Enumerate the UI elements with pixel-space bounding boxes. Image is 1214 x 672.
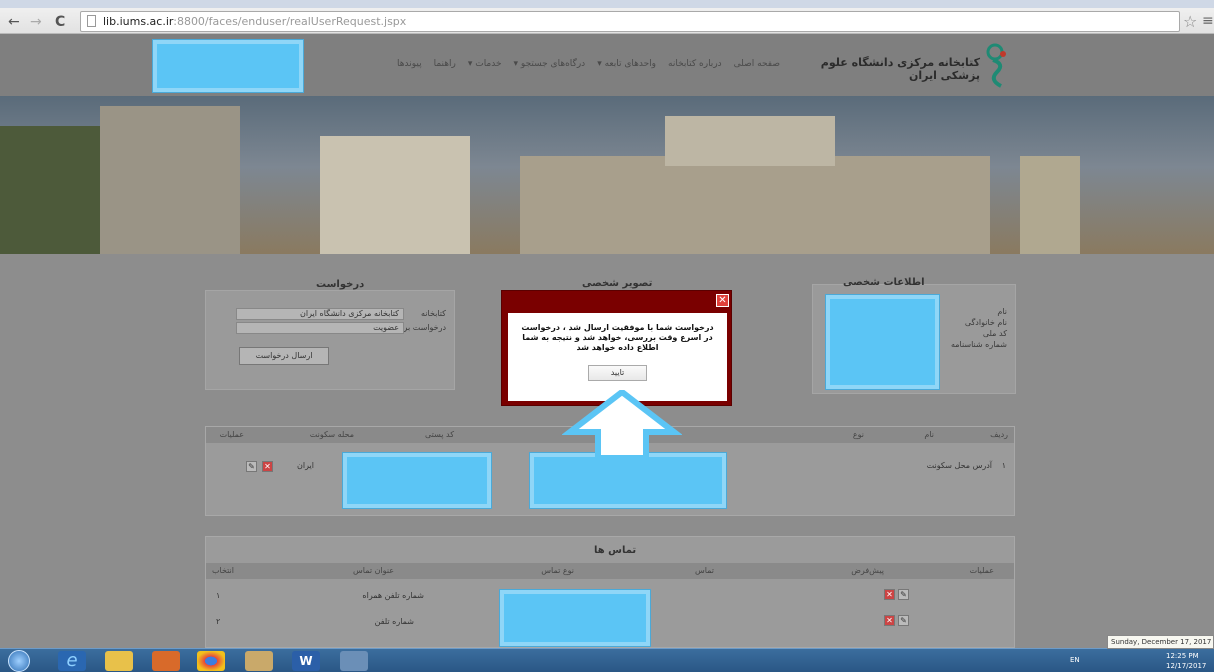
nav-home[interactable]: صفحه اصلی [734, 59, 780, 75]
request-title: درخواست [316, 279, 365, 290]
col-header-name: نام [924, 430, 934, 439]
contacts-table-header: انتخاب عنوان تماس نوع تماس تماس پیش‌فرض … [206, 563, 1014, 579]
reload-button[interactable]: C [55, 14, 65, 30]
nav-links[interactable]: پیوندها [397, 59, 422, 75]
library-label: کتابخانه [420, 309, 446, 318]
library-building-shape [520, 156, 990, 254]
redaction-box [500, 590, 650, 646]
page-icon [87, 15, 96, 27]
col-header-type: نوع [852, 430, 864, 439]
delete-icon[interactable]: ✕ [262, 461, 273, 472]
back-button[interactable]: ← [8, 14, 20, 30]
clock-time[interactable]: 12:25 PM [1166, 652, 1199, 660]
row-index: ۲ [216, 617, 221, 626]
site-header: کتابخانه مرکزی دانشگاه علوم پزشکی ایران … [0, 34, 1214, 96]
tab-strip [0, 0, 1214, 8]
ok-button[interactable]: تایید [588, 365, 647, 381]
row-name: آدرس محل سکونت [926, 461, 992, 470]
chrome-icon[interactable] [197, 651, 225, 671]
col-header-postal-code: کد پستی [425, 430, 454, 439]
col-header-contact-type: نوع تماس [541, 566, 574, 575]
send-request-button[interactable]: ارسال درخواست [239, 347, 329, 365]
edit-icon[interactable]: ✎ [898, 589, 909, 600]
site-title: کتابخانه مرکزی دانشگاه علوم پزشکی ایران [820, 56, 980, 82]
library-select[interactable]: کتابخانه مرکزی دانشگاه ایران [236, 308, 404, 320]
personal-info-title: اطلاعات شخصی [843, 277, 925, 288]
contacts-title: تماس ها [594, 545, 637, 556]
nav-about[interactable]: درباره کتابخانه [668, 59, 722, 75]
nav-search-portals[interactable]: درگاه‌های جستجو ▾ [514, 59, 586, 75]
row-index: ۱ [1001, 461, 1006, 470]
up-arrow-annotation-icon [562, 390, 682, 460]
language-indicator[interactable]: EN [1070, 656, 1080, 664]
dialog-message: درخواست شما با موفقیت ارسال شد ، درخواست… [521, 323, 714, 352]
building-shape [100, 106, 240, 254]
success-dialog: ✕ درخواست شما با موفقیت ارسال شد ، درخوا… [501, 290, 732, 406]
field-label-id-number: شماره شناسنامه [950, 340, 1007, 349]
browser-toolbar: ← → C lib.iums.ac.ir:8800/faces/enduser/… [0, 0, 1214, 34]
address-bar[interactable]: lib.iums.ac.ir:8800/faces/enduser/realUs… [80, 11, 1180, 32]
campus-banner-image [0, 96, 1214, 254]
col-header-index: ردیف [990, 430, 1008, 439]
edit-icon[interactable]: ✎ [898, 615, 909, 626]
field-label-last-name: نام خانوادگی [964, 318, 1007, 327]
round-building-shape [1020, 156, 1080, 254]
col-header-actions: عملیات [219, 430, 244, 439]
close-icon[interactable]: ✕ [716, 294, 729, 307]
field-label-first-name: نام [997, 307, 1007, 316]
contact-title: شماره تلفن همراه [362, 591, 424, 600]
redaction-box [826, 295, 939, 389]
paint-icon[interactable] [245, 651, 273, 671]
bookmark-star-icon[interactable]: ☆ [1183, 12, 1197, 31]
col-header-select: انتخاب [212, 566, 234, 575]
url-path: :8800/faces/enduser/realUserRequest.jspx [173, 15, 407, 28]
col-header-operations: عملیات [969, 566, 994, 575]
internet-explorer-icon[interactable]: e [58, 651, 86, 671]
tower-shape [665, 116, 835, 166]
windows-taskbar: e W EN 12:25 PM 12/17/2017 [0, 648, 1214, 672]
request-for-select[interactable]: عضویت [236, 322, 404, 334]
contact-title: شماره تلفن [374, 617, 414, 626]
start-button[interactable] [8, 650, 30, 672]
col-header-contact: تماس [694, 566, 714, 575]
redaction-box [153, 40, 303, 92]
redaction-box [530, 453, 726, 508]
url-host: lib.iums.ac.ir [103, 15, 174, 28]
col-header-default: پیش‌فرض [851, 566, 884, 575]
nav-units[interactable]: واحدهای تابعه ▾ [597, 59, 656, 75]
word-icon[interactable]: W [292, 651, 320, 671]
university-logo-icon [986, 43, 1006, 88]
edit-icon[interactable]: ✎ [246, 461, 257, 472]
clock-date[interactable]: 12/17/2017 [1166, 662, 1206, 670]
col-header-contact-title: عنوان تماس [352, 566, 394, 575]
clock-tooltip: Sunday, December 17, 2017 [1107, 635, 1214, 649]
trees-shape [0, 126, 100, 254]
main-nav: صفحه اصلی درباره کتابخانه واحدهای تابعه … [300, 59, 780, 75]
nav-services[interactable]: خدمات ▾ [468, 59, 502, 75]
media-player-icon[interactable] [152, 651, 180, 671]
dialog-body: درخواست شما با موفقیت ارسال شد ، درخواست… [508, 313, 727, 401]
monument-shape [320, 136, 470, 254]
delete-icon[interactable]: ✕ [884, 589, 895, 600]
personal-image-title: تصویر شخصی [582, 278, 653, 289]
request-panel: درخواست کتابخانه کتابخانه مرکزی دانشگاه … [205, 279, 455, 390]
row-index: ۱ [216, 591, 221, 600]
row-city: ایران [297, 461, 314, 470]
redaction-box [343, 453, 491, 508]
col-header-district: محله سکونت [309, 430, 354, 439]
menu-icon[interactable]: ≡ [1202, 13, 1214, 29]
app-icon[interactable] [340, 651, 368, 671]
file-explorer-icon[interactable] [105, 651, 133, 671]
forward-button[interactable]: → [30, 14, 42, 30]
nav-help[interactable]: راهنما [434, 59, 456, 75]
delete-icon[interactable]: ✕ [884, 615, 895, 626]
field-label-national-code: کد ملی [982, 329, 1007, 338]
